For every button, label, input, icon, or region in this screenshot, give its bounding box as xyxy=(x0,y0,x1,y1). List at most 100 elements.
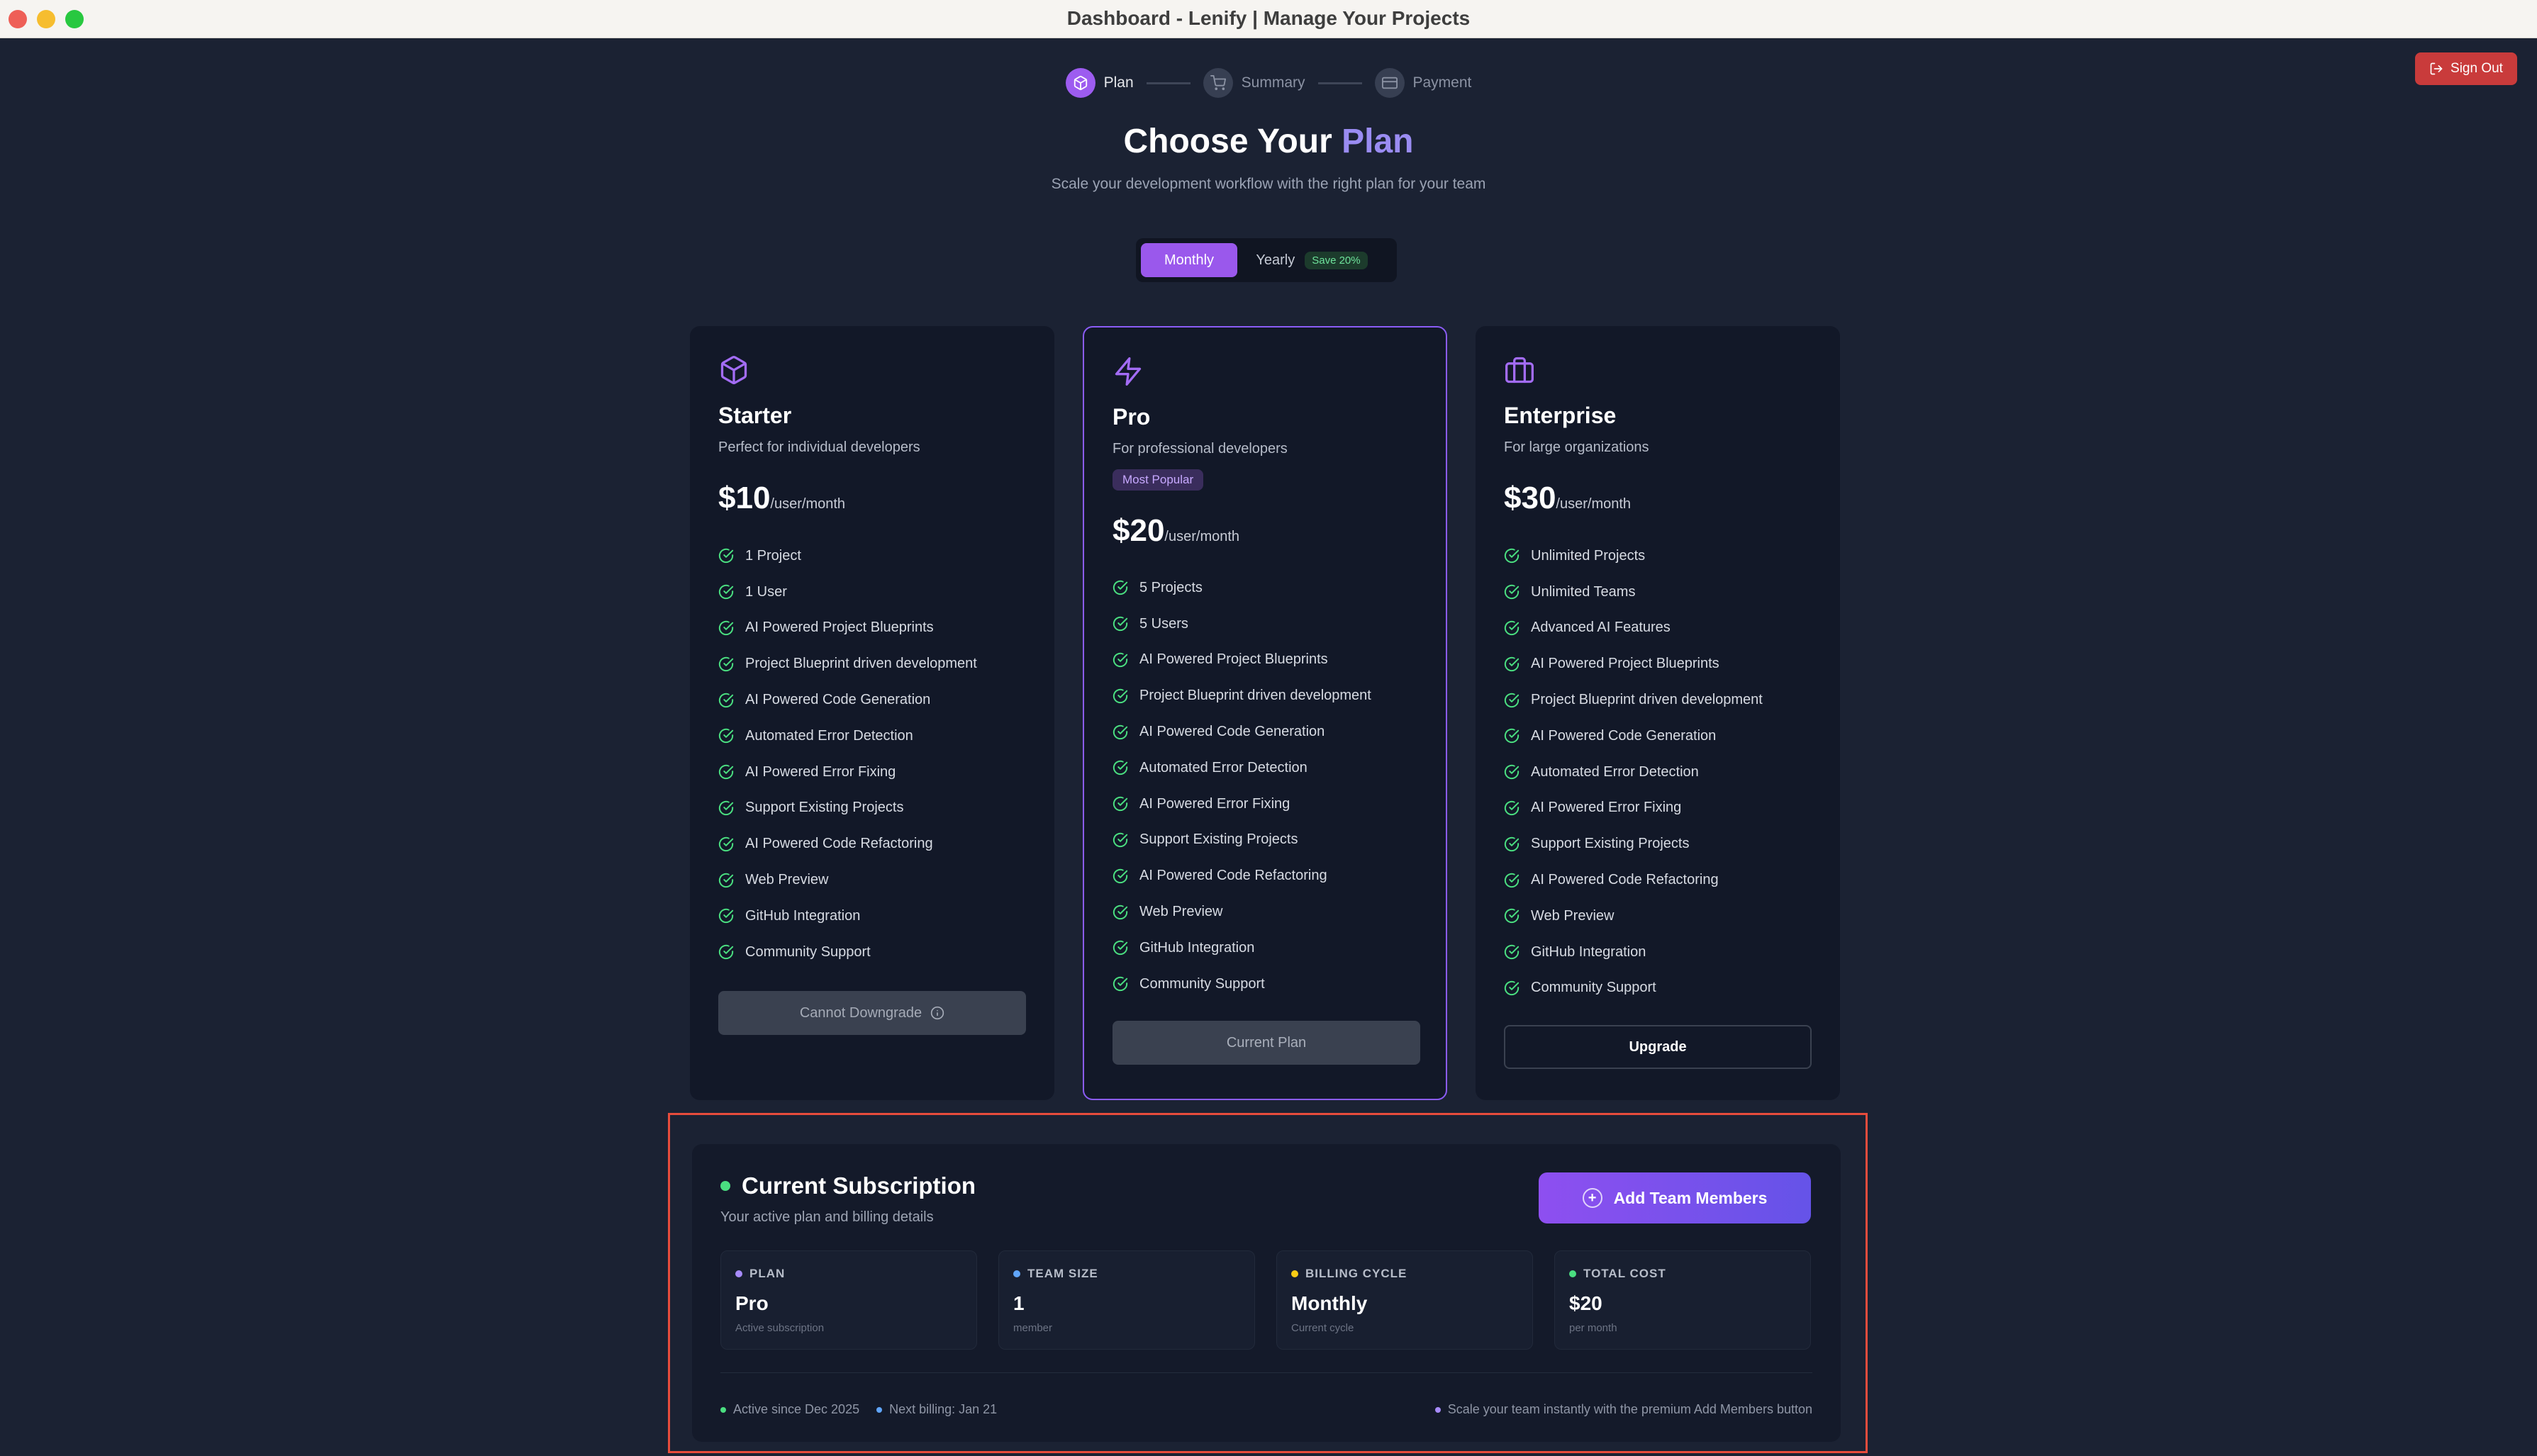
next-billing-text: Next billing: Jan 21 xyxy=(889,1402,998,1416)
check-circle-icon xyxy=(718,909,734,924)
info-icon xyxy=(931,1006,944,1020)
stat-dot xyxy=(1013,1270,1020,1277)
feature-text: AI Powered Code Generation xyxy=(1531,727,1717,744)
feature-text: 1 Project xyxy=(745,547,801,564)
feature-item: Automated Error Detection xyxy=(1504,754,1763,790)
upgrade-button[interactable]: Upgrade xyxy=(1504,1025,1812,1069)
monthly-toggle-button[interactable]: Monthly xyxy=(1141,243,1237,277)
cannot-downgrade-button[interactable]: Cannot Downgrade xyxy=(718,991,1026,1035)
plan-card-enterprise: Enterprise For large organizations $30/u… xyxy=(1476,326,1840,1100)
check-circle-icon xyxy=(718,620,734,636)
feature-text: Community Support xyxy=(1139,975,1265,992)
step-label: Plan xyxy=(1103,74,1134,91)
stat-caption: Active subscription xyxy=(735,1322,825,1334)
feature-text: AI Powered Code Refactoring xyxy=(745,836,933,852)
package-icon xyxy=(1074,75,1087,91)
feature-text: Project Blueprint driven development xyxy=(1139,688,1371,704)
stat-billing-cycle: BILLING CYCLE Monthly Current cycle xyxy=(1276,1250,1533,1350)
check-circle-icon xyxy=(1113,724,1128,739)
stat-value: Monthly xyxy=(1291,1292,1368,1314)
feature-item: Web Preview xyxy=(1504,898,1763,934)
feature-item: 5 Users xyxy=(1113,606,1371,642)
check-circle-icon xyxy=(1113,797,1128,812)
feature-item: AI Powered Code Refactoring xyxy=(718,826,977,862)
feature-item: Project Blueprint driven development xyxy=(1504,682,1763,718)
check-circle-icon xyxy=(1504,693,1520,707)
window-title: Dashboard - Lenify | Manage Your Project… xyxy=(1066,7,1471,29)
check-circle-icon xyxy=(718,549,734,564)
active-since-text: Active since Dec 2025 xyxy=(733,1402,860,1416)
feature-item: Automated Error Detection xyxy=(1113,750,1371,786)
feature-text: Automated Error Detection xyxy=(745,727,913,744)
stat-label: BILLING CYCLE xyxy=(1305,1267,1407,1280)
feature-text: GitHub Integration xyxy=(745,907,861,924)
title-accent: Plan xyxy=(1342,123,1414,160)
stat-total-cost: TOTAL COST $20 per month xyxy=(1554,1250,1811,1350)
check-circle-icon xyxy=(1504,909,1520,924)
feature-item: AI Powered Code Generation xyxy=(1504,718,1763,754)
plan-card-starter: Starter Perfect for individual developer… xyxy=(690,326,1054,1100)
feature-item: AI Powered Error Fixing xyxy=(718,754,977,790)
feature-text: GitHub Integration xyxy=(1531,943,1646,960)
step-plan[interactable]: Plan xyxy=(1065,68,1134,98)
feature-item: GitHub Integration xyxy=(718,898,977,934)
plan-name: Enterprise xyxy=(1504,403,1617,428)
price-amount: $20 xyxy=(1113,513,1165,548)
cart-icon xyxy=(1210,75,1226,91)
feature-text: Project Blueprint driven development xyxy=(745,656,977,672)
hint-text: Scale your team instantly with the premi… xyxy=(1447,1402,1812,1416)
stat-value: Pro xyxy=(735,1292,769,1314)
feature-text: Web Preview xyxy=(1139,904,1223,920)
step-payment[interactable]: Payment xyxy=(1374,68,1471,98)
feature-text: Project Blueprint driven development xyxy=(1531,692,1763,708)
check-circle-icon xyxy=(1113,581,1128,595)
plan-description: For large organizations xyxy=(1504,439,1649,455)
stat-caption: member xyxy=(1013,1322,1053,1334)
current-subscription-panel: Current Subscription Your active plan an… xyxy=(692,1144,1841,1442)
add-team-members-button[interactable]: + Add Team Members xyxy=(1539,1172,1811,1223)
current-plan-button[interactable]: Current Plan xyxy=(1113,1021,1420,1065)
check-circle-icon xyxy=(718,693,734,707)
step-summary[interactable]: Summary xyxy=(1203,68,1305,98)
check-circle-icon xyxy=(718,585,734,600)
feature-item: Community Support xyxy=(1504,970,1763,1007)
yearly-label: Yearly xyxy=(1256,252,1295,268)
check-circle-icon xyxy=(1504,620,1520,636)
feature-item: Support Existing Projects xyxy=(718,790,977,827)
stat-dot xyxy=(1569,1270,1576,1277)
feature-text: AI Powered Error Fixing xyxy=(1531,800,1682,816)
check-circle-icon xyxy=(718,873,734,887)
feature-text: Community Support xyxy=(1531,980,1656,996)
feature-item: AI Powered Code Generation xyxy=(1113,714,1371,750)
stat-plan: PLAN Pro Active subscription xyxy=(720,1250,977,1350)
feature-item: AI Powered Project Blueprints xyxy=(1113,642,1371,678)
plan-name: Pro xyxy=(1113,404,1151,430)
subscription-title: Current Subscription xyxy=(742,1172,976,1199)
check-circle-icon xyxy=(1113,941,1128,956)
feature-item: AI Powered Project Blueprints xyxy=(718,610,977,646)
feature-item: Project Blueprint driven development xyxy=(1113,678,1371,714)
feature-item: Support Existing Projects xyxy=(1504,826,1763,862)
check-circle-icon xyxy=(1504,873,1520,887)
check-circle-icon xyxy=(1504,765,1520,780)
check-circle-icon xyxy=(1113,688,1128,703)
feature-item: AI Powered Error Fixing xyxy=(1113,786,1371,822)
feature-text: Community Support xyxy=(745,943,871,960)
feature-text: Unlimited Projects xyxy=(1531,547,1646,564)
step-connector xyxy=(1317,82,1362,84)
feature-text: AI Powered Error Fixing xyxy=(1139,795,1290,812)
yearly-toggle-button[interactable]: Yearly Save 20% xyxy=(1237,243,1386,277)
feature-text: Automated Error Detection xyxy=(1531,763,1699,780)
check-circle-icon xyxy=(718,729,734,744)
feature-list: 5 Projects 5 Users AI Powered Project Bl… xyxy=(1113,570,1371,1002)
stat-label: PLAN xyxy=(749,1267,786,1280)
feature-text: AI Powered Project Blueprints xyxy=(745,620,934,636)
page-title: Choose Your Plan xyxy=(0,122,2537,161)
price-unit: /user/month xyxy=(1556,496,1632,512)
step-connector xyxy=(1146,82,1191,84)
page-subtitle: Scale your development workflow with the… xyxy=(1051,176,1486,192)
feature-item: AI Powered Project Blueprints xyxy=(1504,646,1763,682)
subscription-hint: Scale your team instantly with the premi… xyxy=(1434,1402,1812,1417)
price-unit: /user/month xyxy=(770,496,846,512)
plan-description: Perfect for individual developers xyxy=(718,439,920,455)
